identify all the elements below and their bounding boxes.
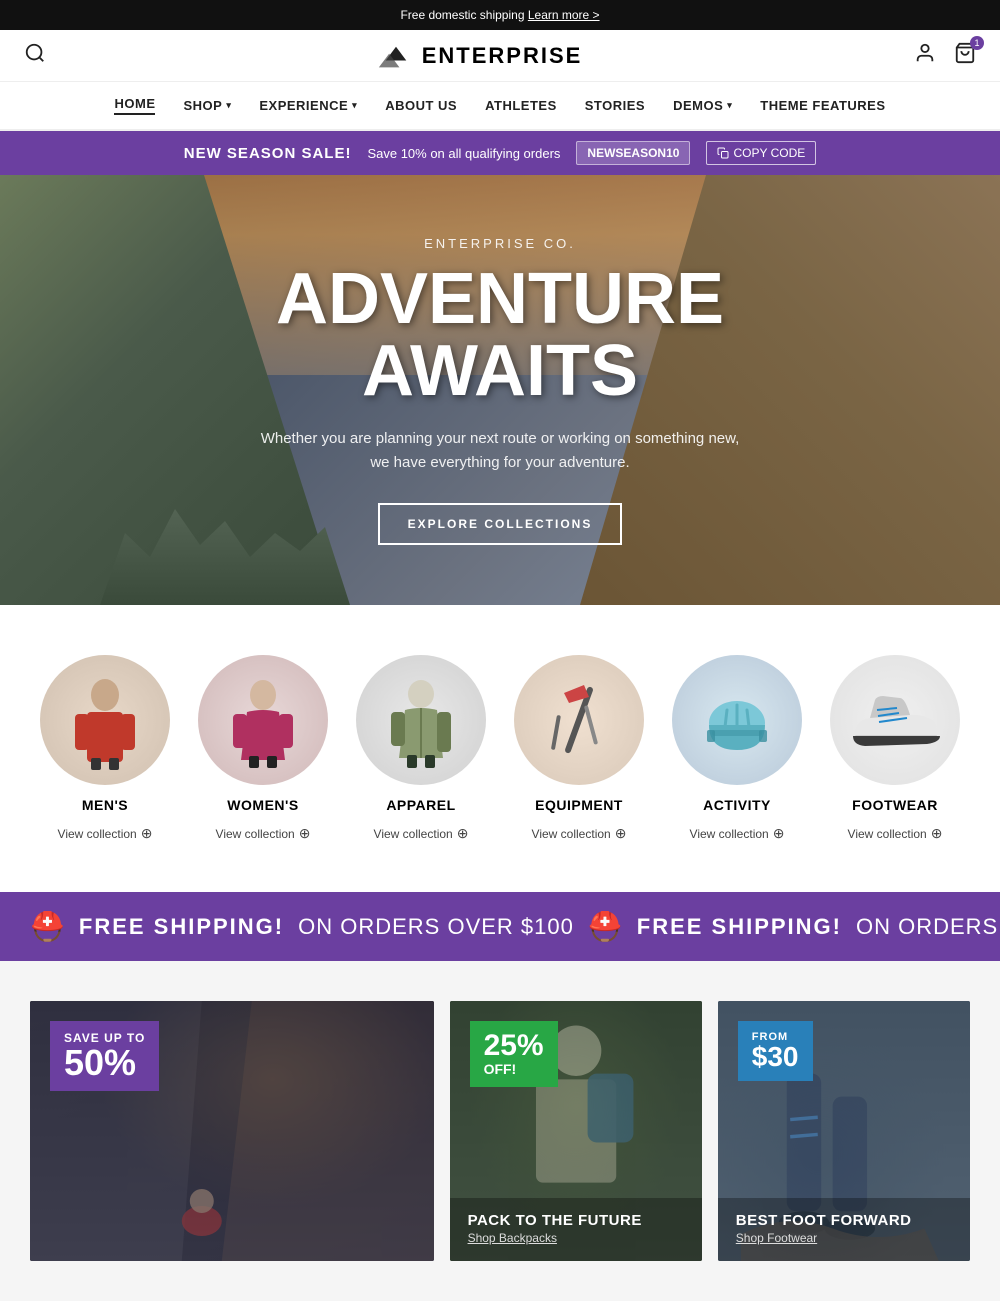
nav-item-home[interactable]: HOME: [114, 96, 155, 115]
cart-badge: 1: [970, 36, 984, 50]
promo-backpack-info: PACK TO THE FUTURE Shop Backpacks: [450, 1198, 702, 1261]
promo-card-sale: SAVE UP TO 50%: [30, 1001, 434, 1261]
promo-25-percent: 25%: [484, 1031, 544, 1061]
category-apparel-label: APPAREL: [386, 797, 455, 813]
main-nav: HOME SHOP ▾ EXPERIENCE ▾ ABOUT US ATHLET…: [0, 82, 1000, 131]
nav-item-about[interactable]: ABOUT US: [385, 98, 457, 113]
hero-subtitle: Whether you are planning your next route…: [260, 427, 740, 475]
arrow-icon: ⊕: [299, 825, 311, 842]
hero-content: ENTERPRISE CO. ADVENTURE AWAITS Whether …: [220, 236, 780, 545]
chevron-down-icon: ▾: [352, 100, 357, 111]
category-equipment-label: EQUIPMENT: [535, 797, 623, 813]
category-mens-link[interactable]: View collection ⊕: [58, 825, 153, 842]
nav-item-demos[interactable]: DEMOS ▾: [673, 98, 732, 113]
promo-badge-footwear: FROM $30: [738, 1021, 813, 1081]
promo-footwear-title: BEST FOOT FORWARD: [736, 1212, 952, 1229]
hero-title: ADVENTURE AWAITS: [260, 263, 740, 407]
site-logo[interactable]: ENTERPRISE: [378, 43, 583, 69]
search-icon[interactable]: [24, 42, 46, 69]
copy-label: COPY CODE: [733, 146, 805, 160]
categories-section: MEN'S View collection ⊕ WOMEN'S View col…: [0, 605, 1000, 892]
category-mens-label: MEN'S: [82, 797, 128, 813]
promo-backpack-title: PACK TO THE FUTURE: [468, 1212, 684, 1229]
category-footwear-image: [830, 655, 960, 785]
shipping-marquee: ⛑️ FREE SHIPPING! ON ORDERS OVER $100 ⛑️…: [0, 910, 1000, 943]
category-womens: WOMEN'S View collection ⊕: [189, 655, 337, 842]
category-mens: MEN'S View collection ⊕: [31, 655, 179, 842]
nav-item-experience[interactable]: EXPERIENCE ▾: [259, 98, 357, 113]
promo-text: Save 10% on all qualifying orders: [367, 146, 560, 161]
category-womens-image: [198, 655, 328, 785]
shipping-banner: ⛑️ FREE SHIPPING! ON ORDERS OVER $100 ⛑️…: [0, 892, 1000, 961]
promo-bar: NEW SEASON SALE! Save 10% on all qualify…: [0, 131, 1000, 175]
arrow-icon: ⊕: [615, 825, 627, 842]
account-icon[interactable]: [914, 42, 936, 69]
category-equipment-image: [514, 655, 644, 785]
category-footwear: FOOTWEAR View collection ⊕: [821, 655, 969, 842]
promo-badge-sale: SAVE UP TO 50%: [50, 1021, 159, 1091]
promo-backpack-link[interactable]: Shop Backpacks: [468, 1231, 557, 1245]
cart-icon[interactable]: 1: [954, 42, 976, 69]
explore-collections-button[interactable]: EXPLORE COLLECTIONS: [378, 503, 623, 545]
helmet-icon: ⛑️: [30, 910, 65, 943]
category-mens-image: [40, 655, 170, 785]
copy-code-button[interactable]: COPY CODE: [706, 141, 816, 165]
promo-footwear-info: BEST FOOT FORWARD Shop Footwear: [718, 1198, 970, 1261]
category-womens-link[interactable]: View collection ⊕: [216, 825, 311, 842]
nav-item-theme-features[interactable]: THEME FEATURES: [760, 98, 885, 113]
category-womens-label: WOMEN'S: [227, 797, 298, 813]
hero-brand: ENTERPRISE CO.: [260, 236, 740, 251]
arrow-icon: ⊕: [931, 825, 943, 842]
promo-card-footwear: FROM $30 BEST FOOT FORWARD Shop Footwear: [718, 1001, 970, 1261]
announcement-text: Free domestic shipping: [400, 8, 524, 22]
hero-section: ENTERPRISE CO. ADVENTURE AWAITS Whether …: [0, 175, 1000, 605]
category-apparel: APPAREL View collection ⊕: [347, 655, 495, 842]
arrow-icon: ⊕: [141, 825, 153, 842]
category-footwear-label: FOOTWEAR: [852, 797, 938, 813]
chevron-down-icon: ▾: [727, 100, 732, 111]
arrow-icon: ⊕: [773, 825, 785, 842]
category-activity-image: [672, 655, 802, 785]
promo-footwear-link[interactable]: Shop Footwear: [736, 1231, 817, 1245]
category-activity: ACTIVITY View collection ⊕: [663, 655, 811, 842]
category-apparel-link[interactable]: View collection ⊕: [374, 825, 469, 842]
logo-text: ENTERPRISE: [422, 43, 583, 69]
nav-item-stories[interactable]: STORIES: [585, 98, 645, 113]
promos-section: SAVE UP TO 50% 25% OFF! PACK TO THE FUTU…: [0, 961, 1000, 1301]
shipping-item: ⛑️ FREE SHIPPING! ON ORDERS OVER $100 ⛑️…: [0, 910, 1000, 943]
header: ENTERPRISE 1: [0, 30, 1000, 82]
arrow-icon: ⊕: [457, 825, 469, 842]
promo-code: NEWSEASON10: [576, 141, 690, 165]
category-apparel-image: [356, 655, 486, 785]
announcement-link[interactable]: Learn more >: [528, 8, 600, 22]
chevron-down-icon: ▾: [226, 100, 231, 111]
helmet-icon: ⛑️: [588, 910, 623, 943]
category-activity-link[interactable]: View collection ⊕: [690, 825, 785, 842]
promo-price: $30: [752, 1043, 799, 1071]
promo-badge-backpack: 25% OFF!: [470, 1021, 558, 1087]
category-activity-label: ACTIVITY: [703, 797, 771, 813]
promo-title: NEW SEASON SALE!: [184, 145, 352, 162]
category-equipment: EQUIPMENT View collection ⊕: [505, 655, 653, 842]
promo-card-backpack: 25% OFF! PACK TO THE FUTURE Shop Backpac…: [450, 1001, 702, 1261]
promo-percent: 50%: [64, 1045, 145, 1081]
nav-item-athletes[interactable]: ATHLETES: [485, 98, 557, 113]
promo-off-text: OFF!: [484, 1061, 544, 1077]
category-footwear-link[interactable]: View collection ⊕: [848, 825, 943, 842]
category-equipment-link[interactable]: View collection ⊕: [532, 825, 627, 842]
announcement-bar: Free domestic shipping Learn more >: [0, 0, 1000, 30]
nav-item-shop[interactable]: SHOP ▾: [183, 98, 231, 113]
